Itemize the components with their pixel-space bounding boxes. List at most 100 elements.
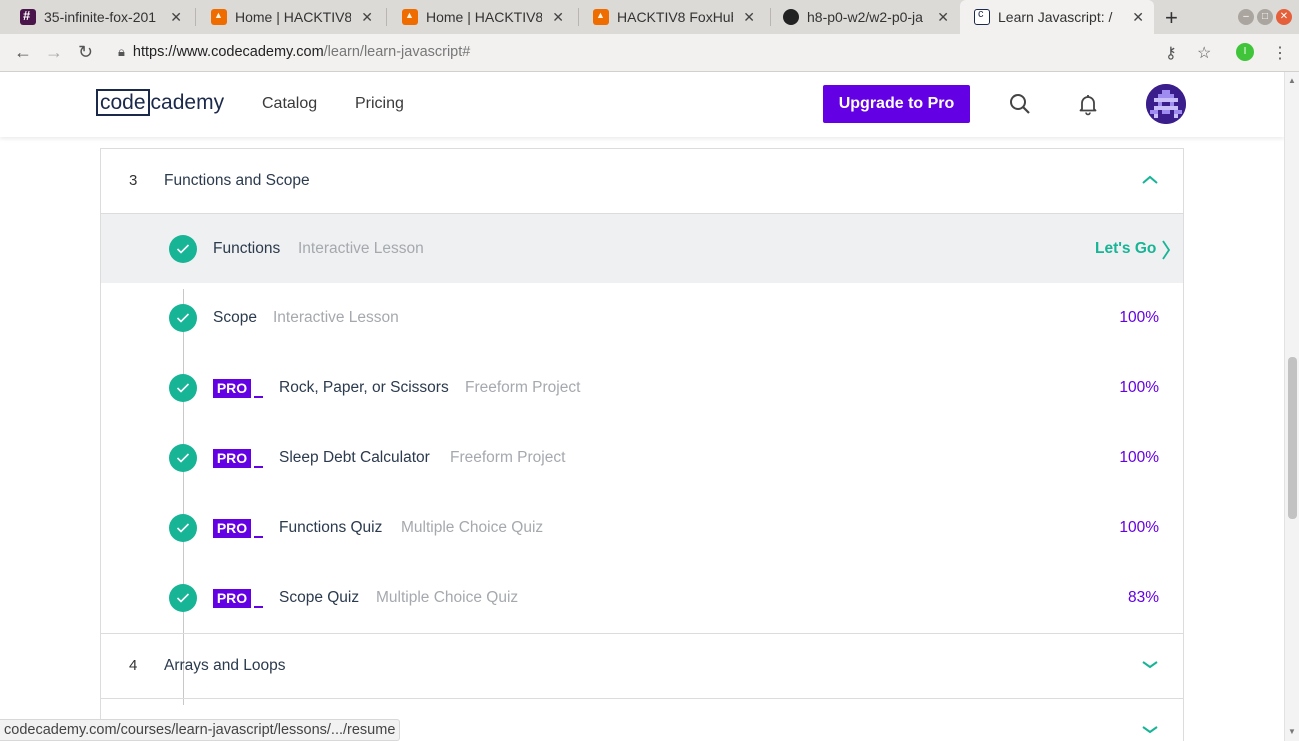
pro-badge: PRO xyxy=(213,589,251,608)
module-number: 3 xyxy=(129,172,138,189)
syllabus-module-list: 3 Functions and Scope Functions Interact… xyxy=(100,148,1184,741)
tab-title: Home | HACKTIV8 | xyxy=(426,9,543,25)
site-header: code cademy Catalog Pricing Upgrade to Pr… xyxy=(0,72,1284,137)
search-icon[interactable] xyxy=(1008,92,1032,116)
reload-icon[interactable]: ↻ xyxy=(78,42,93,63)
close-icon[interactable]: ✕ xyxy=(743,9,755,26)
url-field[interactable]: 🔒︎ https://www.codecademy.com/learn/learn… xyxy=(118,44,470,60)
forward-arrow-icon[interactable]: → xyxy=(45,42,63,63)
menu-dots-icon[interactable]: ⋮ xyxy=(1272,43,1288,63)
browser-tab-active[interactable]: Learn Javascript: / ✕ xyxy=(960,0,1154,34)
browser-tab-strip: 35-infinite-fox-201 ✕ Home | HACKTIV8 | … xyxy=(0,0,1299,34)
lets-go-link[interactable]: Let's Go xyxy=(1095,240,1156,258)
window-close-icon[interactable]: ✕ xyxy=(1276,9,1292,25)
tab-title: HACKTIV8 FoxHub xyxy=(617,9,734,25)
link-status-tooltip: codecademy.com/courses/learn-javascript/… xyxy=(0,719,401,741)
pixel-avatar-icon xyxy=(1146,84,1186,124)
profile-avatar-icon[interactable]: I xyxy=(1236,43,1254,61)
tab-title: h8-p0-w2/w2-p0-ja xyxy=(807,9,923,25)
lesson-name: Scope xyxy=(213,309,257,326)
browser-tab[interactable]: 35-infinite-fox-201 ✕ xyxy=(0,0,192,34)
minimize-icon[interactable]: – xyxy=(1238,9,1254,25)
close-icon[interactable]: ✕ xyxy=(1132,9,1144,26)
address-bar: ← → ↻ 🔒︎ https://www.codecademy.com/learn… xyxy=(0,34,1299,72)
logo-boxed-text: code xyxy=(96,89,150,116)
lesson-progress: 100% xyxy=(1119,309,1159,326)
back-arrow-icon[interactable]: ← xyxy=(14,42,32,63)
tab-title: 35-infinite-fox-201 xyxy=(44,9,157,25)
browser-tab[interactable]: HACKTIV8 FoxHub ✕ xyxy=(573,0,765,34)
lesson-progress: 100% xyxy=(1119,379,1159,396)
lesson-type: Freeform Project xyxy=(465,379,581,396)
key-icon[interactable]: ⚷ xyxy=(1165,43,1177,63)
chevron-down-icon[interactable] xyxy=(1141,721,1159,739)
maximize-icon[interactable]: □ xyxy=(1257,9,1273,25)
slack-icon xyxy=(20,8,36,25)
lesson-row-scope-quiz[interactable]: PRO Scope Quiz Multiple Choice Quiz 83% xyxy=(101,563,1183,633)
check-icon xyxy=(169,584,197,612)
check-icon xyxy=(169,374,197,402)
lesson-type: Freeform Project xyxy=(450,449,566,466)
lesson-type: Interactive Lesson xyxy=(273,309,399,326)
pro-badge-underscore xyxy=(254,606,263,608)
nav-pricing[interactable]: Pricing xyxy=(355,95,404,113)
hacktiv8-fox-icon xyxy=(211,9,227,25)
pro-badge: PRO xyxy=(213,519,251,538)
url-path: /learn/learn-javascript# xyxy=(323,44,471,60)
lesson-name: Scope Quiz xyxy=(279,589,360,606)
pro-badge-underscore xyxy=(254,396,263,398)
bookmark-star-icon[interactable]: ☆ xyxy=(1197,43,1211,63)
page-viewport: code cademy Catalog Pricing Upgrade to Pr… xyxy=(0,72,1284,741)
hacktiv8-fox-icon xyxy=(593,9,609,25)
browser-tab[interactable]: h8-p0-w2/w2-p0-ja ✕ xyxy=(763,0,959,34)
tab-title: Learn Javascript: / xyxy=(998,9,1113,25)
module-title: Arrays and Loops xyxy=(164,657,286,674)
lesson-progress: 100% xyxy=(1119,449,1159,466)
lesson-progress: 83% xyxy=(1127,589,1159,606)
nav-catalog[interactable]: Catalog xyxy=(262,95,317,113)
upgrade-to-pro-button[interactable]: Upgrade to Pro xyxy=(823,85,970,123)
lesson-row-functions[interactable]: Functions Interactive Lesson Let's Go xyxy=(101,213,1183,283)
check-icon xyxy=(169,444,197,472)
scrollbar-thumb[interactable] xyxy=(1288,357,1297,519)
module-title: Functions and Scope xyxy=(164,172,310,189)
pro-badge: PRO xyxy=(213,379,251,398)
lesson-type: Multiple Choice Quiz xyxy=(401,519,544,536)
chevron-up-icon[interactable] xyxy=(1141,171,1159,189)
hacktiv8-fox-icon xyxy=(402,9,418,25)
tab-title: Home | HACKTIV8 | xyxy=(235,9,352,25)
scroll-down-arrow-icon[interactable]: ▼ xyxy=(1288,727,1296,736)
module-header-arrays-and-loops[interactable]: 4 Arrays and Loops xyxy=(101,633,1183,698)
chevron-down-icon[interactable] xyxy=(1141,656,1159,674)
chevron-right-icon[interactable] xyxy=(1161,239,1171,261)
scroll-up-arrow-icon[interactable]: ▲ xyxy=(1288,76,1296,85)
notification-bell-icon[interactable] xyxy=(1076,92,1100,116)
check-icon xyxy=(169,304,197,332)
browser-tab[interactable]: Home | HACKTIV8 | ✕ xyxy=(382,0,574,34)
new-tab-plus-icon[interactable]: + xyxy=(1165,5,1178,31)
codecademy-logo[interactable]: code cademy xyxy=(96,89,224,116)
lesson-row-sleep-debt-calculator[interactable]: PRO Sleep Debt Calculator Freeform Proje… xyxy=(101,423,1183,493)
check-icon xyxy=(169,514,197,542)
close-icon[interactable]: ✕ xyxy=(361,9,373,26)
user-avatar[interactable] xyxy=(1146,84,1186,124)
module-header-functions-and-scope[interactable]: 3 Functions and Scope xyxy=(101,148,1183,213)
lesson-row-scope[interactable]: Scope Interactive Lesson 100% xyxy=(101,283,1183,353)
lesson-row-functions-quiz[interactable]: PRO Functions Quiz Multiple Choice Quiz … xyxy=(101,493,1183,563)
lesson-name: Functions Quiz xyxy=(279,519,383,536)
lesson-name: Rock, Paper, or Scissors xyxy=(279,379,449,396)
lesson-name: Sleep Debt Calculator xyxy=(279,449,430,466)
browser-tab[interactable]: Home | HACKTIV8 | ✕ xyxy=(191,0,383,34)
pro-badge-underscore xyxy=(254,466,263,468)
close-icon[interactable]: ✕ xyxy=(170,9,182,26)
lesson-progress: 100% xyxy=(1119,519,1159,536)
lesson-type: Interactive Lesson xyxy=(298,240,424,257)
lesson-row-rock-paper-scissors[interactable]: PRO Rock, Paper, or Scissors Freeform Pr… xyxy=(101,353,1183,423)
close-icon[interactable]: ✕ xyxy=(937,9,949,26)
close-icon[interactable]: ✕ xyxy=(552,9,564,26)
lesson-type: Multiple Choice Quiz xyxy=(376,589,519,606)
module-number: 4 xyxy=(129,657,138,674)
page-scrollbar[interactable]: ▲ ▼ xyxy=(1284,72,1299,741)
check-icon xyxy=(169,235,197,263)
codecademy-icon xyxy=(974,8,990,25)
